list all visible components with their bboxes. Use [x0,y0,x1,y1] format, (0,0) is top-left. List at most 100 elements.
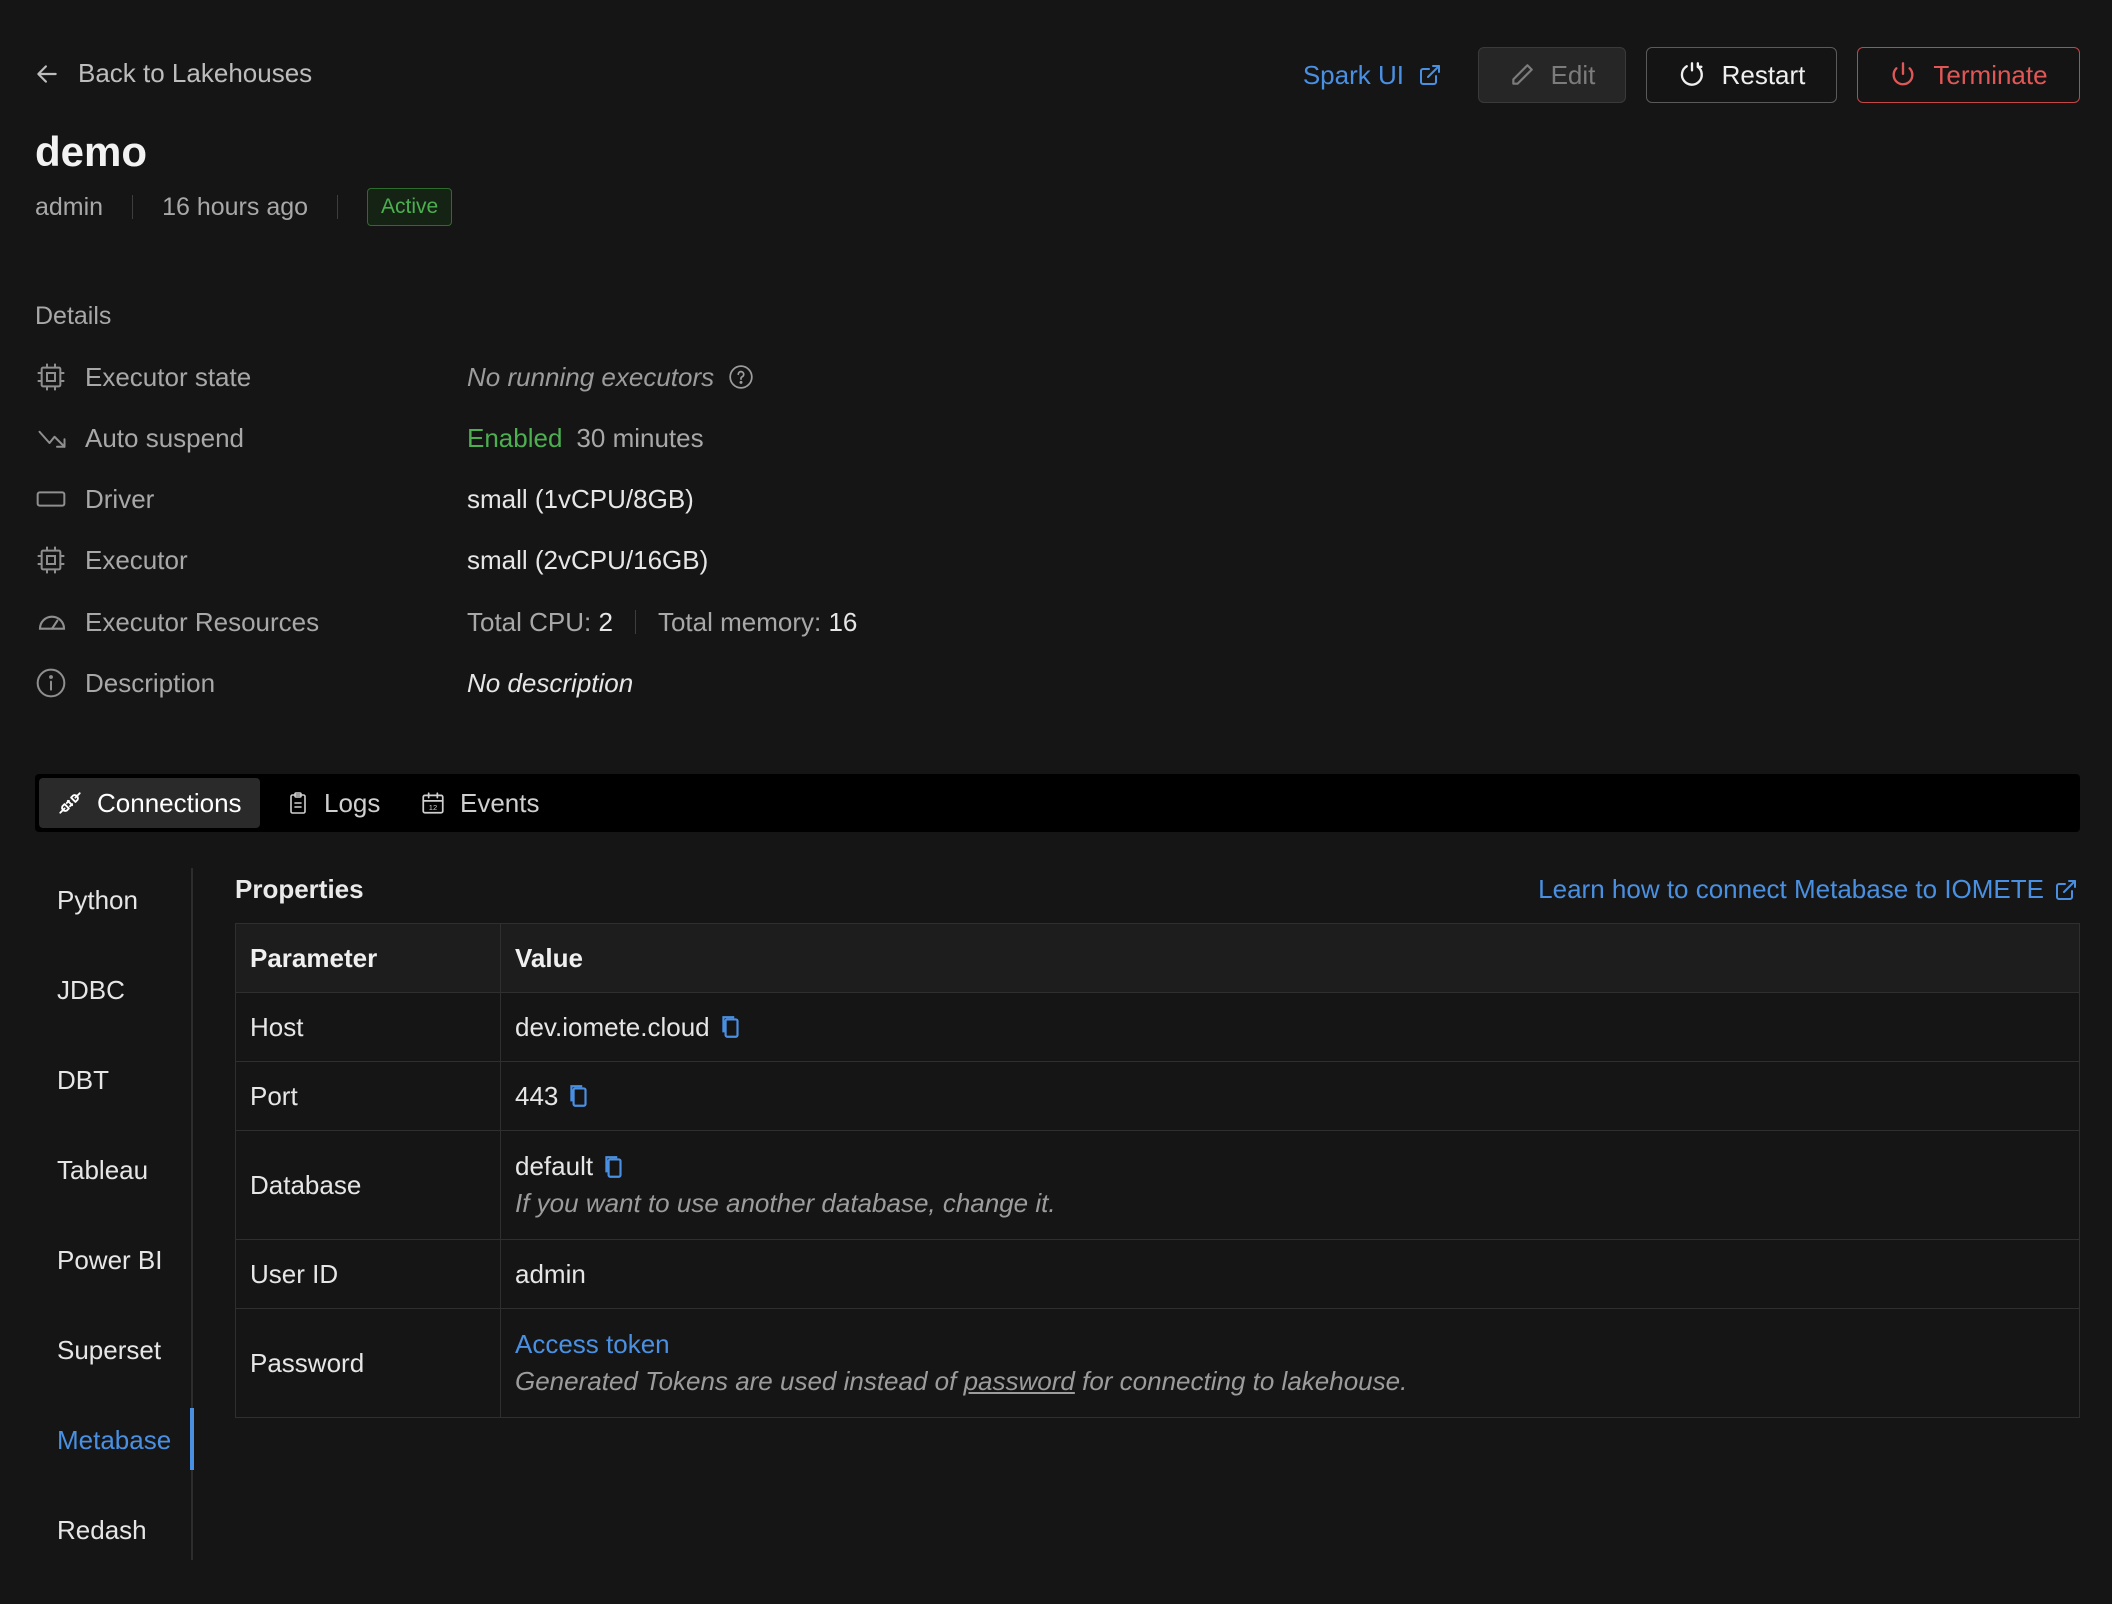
tab-label: Logs [324,787,381,818]
value-cell: 443 [500,1061,2080,1131]
database-note: If you want to use another database, cha… [515,1188,1056,1218]
plug-icon [57,790,83,816]
learn-link-label: Learn how to connect Metabase to IOMETE [1538,874,2044,904]
edit-button[interactable]: Edit [1478,47,1626,103]
detail-driver: Driver small (1vCPU/8GB) [35,479,694,519]
driver-icon [35,482,69,516]
table-row: User ID admin [235,1239,2080,1309]
detail-value: Total CPU: 2 Total memory: 16 [467,607,857,638]
detail-executor-state: Executor state No running executors [35,357,753,397]
detail-value: No running executors [467,362,754,393]
spark-ui-label: Spark UI [1302,59,1404,90]
external-link-icon [1418,63,1442,87]
divider [337,195,339,219]
auto-suspend-duration: 30 minutes [576,422,704,453]
total-memory: Total memory: 16 [657,606,858,637]
executor-state-value: No running executors [467,361,715,392]
tab-bar: Connections Logs 12 Events [35,774,2080,832]
restart-icon [1678,61,1706,89]
chip-icon [35,543,69,577]
tab-connections[interactable]: Connections [39,778,260,828]
table-row: Password Access token Generated Tokens a… [235,1308,2080,1418]
calendar-icon: 12 [420,790,446,816]
access-token-link[interactable]: Access token [515,1329,2065,1360]
detail-auto-suspend: Auto suspend Enabled 30 minutes [35,418,704,458]
learn-metabase-link[interactable]: Learn how to connect Metabase to IOMETE [1538,874,2078,905]
info-icon [35,666,69,700]
external-link-icon [2054,878,2078,902]
tab-logs[interactable]: Logs [268,778,398,828]
param-password: Password [235,1308,501,1418]
nav-item-jdbc[interactable]: JDBC [57,975,125,1006]
gauge-icon [35,605,69,639]
pencil-icon [1509,62,1535,88]
column-header-value: Value [500,923,2080,993]
nav-item-dbt[interactable]: DBT [57,1065,109,1096]
help-circle-icon[interactable] [728,364,754,390]
details-heading: Details [35,302,112,330]
table-row: Database default If you want to use anot… [235,1130,2080,1240]
terminate-button[interactable]: Terminate [1857,47,2080,103]
detail-label: Auto suspend [85,422,245,453]
restart-label: Restart [1721,59,1806,90]
password-note: Generated Tokens are used instead of pas… [515,1366,1408,1396]
status-badge: Active [367,188,453,226]
tab-events[interactable]: 12 Events [402,778,558,828]
back-to-lakehouses-link[interactable]: Back to Lakehouses [34,58,312,89]
user-id-value: admin [500,1239,2080,1309]
table-row: Host dev.iomete.cloud [235,992,2080,1062]
detail-executor: Executor small (2vCPU/16GB) [35,540,708,580]
owner: admin [35,192,104,221]
param-host: Host [235,992,501,1062]
spark-ui-link[interactable]: Spark UI [1303,60,1442,91]
nav-item-power-bi[interactable]: Power BI [57,1245,163,1276]
detail-label: Executor [85,544,188,575]
svg-text:12: 12 [429,803,437,812]
driver-value: small (1vCPU/8GB) [467,483,694,514]
arrow-left-icon [34,61,60,87]
properties-heading: Properties [235,874,364,904]
nav-item-tableau[interactable]: Tableau [57,1155,148,1186]
table-header-row: Parameter Value [235,923,2080,993]
nav-item-metabase[interactable]: Metabase [57,1425,171,1456]
created-time: 16 hours ago [162,192,309,221]
copy-icon[interactable] [568,1083,590,1109]
trending-down-icon [35,421,69,455]
description-value: No description [467,667,634,698]
detail-label: Executor state [85,361,252,392]
nav-item-redash[interactable]: Redash [57,1515,147,1546]
divider [132,195,134,219]
chip-icon [35,360,69,394]
nav-item-superset[interactable]: Superset [57,1335,161,1366]
nav-active-indicator [190,1408,194,1470]
terminate-label: Terminate [1933,59,2048,90]
properties-table: Parameter Value Host dev.iomete.cloud Po… [235,923,2080,1418]
restart-button[interactable]: Restart [1646,47,1837,103]
tab-label: Connections [97,787,242,818]
table-row: Port 443 [235,1061,2080,1131]
port-value: 443 [515,1080,559,1111]
divider [634,610,636,634]
auto-suspend-status: Enabled [467,422,563,453]
nav-item-python[interactable]: Python [57,885,138,916]
detail-label: Driver [85,483,155,514]
database-value: default [515,1151,594,1181]
lakehouse-meta: admin 16 hours ago Active [35,188,453,226]
tab-label: Events [460,787,540,818]
power-icon [1889,61,1917,89]
detail-label: Description [85,667,216,698]
detail-label: Executor Resources [85,606,320,637]
executor-value: small (2vCPU/16GB) [467,544,709,575]
detail-description: Description No description [35,663,633,703]
value-cell: default If you want to use another datab… [500,1130,2080,1240]
copy-icon[interactable] [603,1154,625,1180]
password-doc-link[interactable]: password [964,1366,1075,1396]
back-label: Back to Lakehouses [78,58,313,88]
copy-icon[interactable] [720,1014,742,1040]
total-cpu: Total CPU: 2 [467,606,613,637]
param-user-id: User ID [235,1239,501,1309]
value-cell: dev.iomete.cloud [500,992,2080,1062]
edit-label: Edit [1550,59,1596,90]
detail-value: Enabled 30 minutes [467,423,704,454]
clipboard-icon [286,790,310,816]
